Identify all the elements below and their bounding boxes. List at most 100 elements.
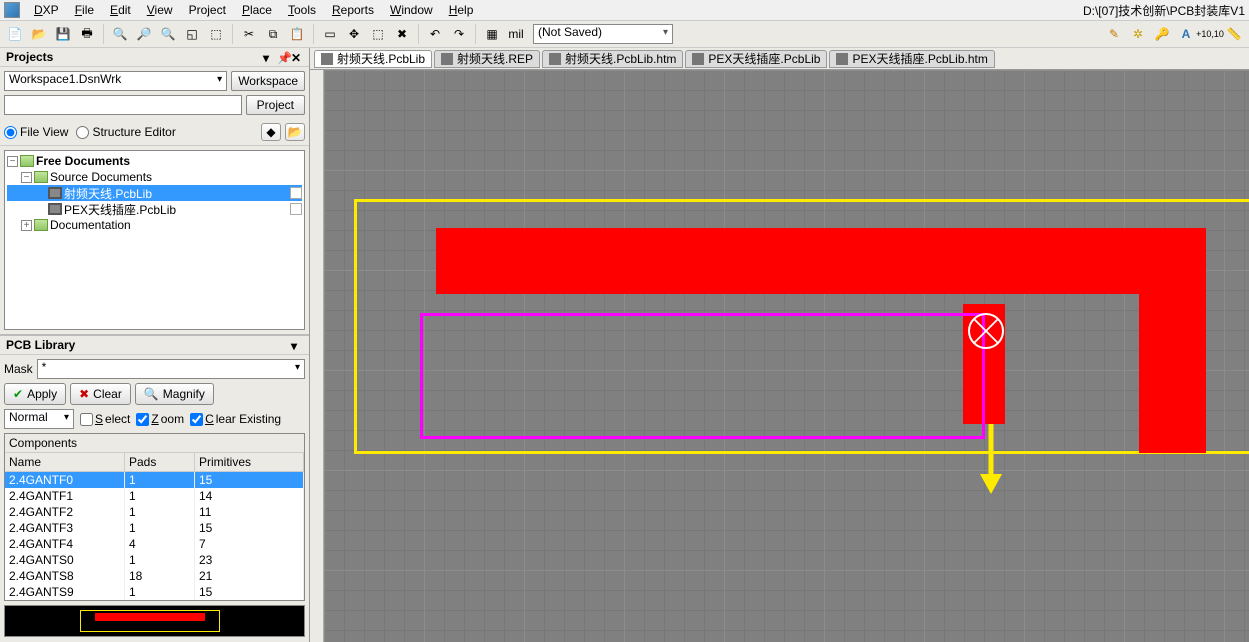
table-row[interactable]: 2.4GANTF1114 [5,488,304,504]
clear-button[interactable]: ✖Clear [70,383,131,405]
copy-icon[interactable]: ⧉ [262,23,284,45]
text-a-icon[interactable]: A [1175,23,1197,45]
grid-icon[interactable]: ▦ [481,23,503,45]
clear-icon[interactable]: ✖ [391,23,413,45]
snapshot-combo[interactable]: (Not Saved) [533,24,673,44]
title-path: D:\[07]技术创新\PCB封装库V1 [1083,2,1245,19]
table-row[interactable]: 2.4GANTF0115 [5,472,304,488]
move-icon[interactable]: ✥ [343,23,365,45]
proj-refresh-icon[interactable]: 📂 [285,123,305,141]
document-tab[interactable]: PEX天线插座.PcbLib [685,50,827,68]
paste-icon[interactable]: 📋 [286,23,308,45]
copper-region-vertical[interactable] [1139,228,1206,453]
table-row[interactable]: 2.4GANTS81821 [5,568,304,584]
origin-marker-icon [968,313,1004,349]
tree-documentation[interactable]: Documentation [50,218,131,232]
table-row[interactable]: 2.4GANTF2111 [5,504,304,520]
new-icon[interactable]: 📄 [4,23,26,45]
lib-dropdown-icon[interactable]: ▾ [291,339,303,351]
pcb-library-title: PCB Library [6,338,75,352]
zoom-in-icon[interactable]: 🔎 [133,23,155,45]
menu-tools[interactable]: Tools [280,1,324,19]
redo-icon[interactable]: ↷ [448,23,470,45]
gear-icon[interactable]: ✲ [1127,23,1149,45]
menu-file[interactable]: File [67,1,102,19]
projects-title: Projects [6,50,53,64]
workspace-button[interactable]: Workspace [231,71,305,91]
menu-view[interactable]: View [139,1,181,19]
clear-existing-checkbox[interactable]: Clear Existing [190,412,281,426]
menu-place[interactable]: Place [234,1,280,19]
components-title: Components [5,434,304,453]
pcb-library-header: PCB Library ▾ [0,336,309,355]
save-icon[interactable]: 💾 [52,23,74,45]
zoom-area-icon[interactable]: ⬚ [205,23,227,45]
main-toolbar: 📄 📂 💾 🖶 🔍 🔎 🔍 ◱ ⬚ ✂ ⧉ 📋 ▭ ✥ ⬚ ✖ ↶ ↷ ▦ mi… [0,20,1249,48]
projects-panel-header: Projects ▾📌✕ [0,48,309,67]
keepout-region[interactable] [420,313,985,439]
tree-free-documents[interactable]: Free Documents [36,154,130,168]
mode-combo[interactable]: Normal [4,409,74,429]
project-path-input[interactable] [4,95,242,115]
document-tab[interactable]: 射频天线.REP [434,50,540,68]
pen-icon[interactable]: ✎ [1103,23,1125,45]
key-icon[interactable]: 🔑 [1151,23,1173,45]
fit-icon[interactable]: ◱ [181,23,203,45]
print-icon[interactable]: 🖶 [76,23,98,45]
panel-dropdown-icon[interactable]: ▾ [263,51,275,63]
magnify-button[interactable]: 🔍Magnify [135,383,214,405]
document-tab[interactable]: 射频天线.PcbLib [314,50,432,68]
menu-dxp[interactable]: DDXPXP [26,1,67,19]
menu-edit[interactable]: Edit [102,1,139,19]
pcb-canvas[interactable] [324,70,1249,642]
table-row[interactable]: 2.4GANTS0123 [5,552,304,568]
panel-close-icon[interactable]: ✕ [291,51,303,63]
ruler-gutter [310,70,324,642]
workspace-combo[interactable]: Workspace1.DsnWrk [4,71,227,91]
menu-help[interactable]: Help [441,1,482,19]
tree-source-documents[interactable]: Source Documents [50,170,152,184]
col-name[interactable]: Name [5,453,125,471]
document-tab[interactable]: PEX天线插座.PcbLib.htm [829,50,994,68]
tree-file-pex-antenna[interactable]: PEX天线插座.PcbLib [64,201,176,218]
htm-icon [549,53,561,65]
tree-file-rf-antenna[interactable]: 射频天线.PcbLib [64,185,152,202]
table-row[interactable]: 2.4GANTS9115 [5,584,304,600]
editor-area: 射频天线.PcbLib射频天线.REP射频天线.PcbLib.htmPEX天线插… [310,48,1249,642]
panel-pin-icon[interactable]: 📌 [277,51,289,63]
table-row[interactable]: 2.4GANTF447 [5,536,304,552]
txt-icon [441,53,453,65]
projects-tree[interactable]: −Free Documents −Source Documents 射频天线.P… [4,150,305,330]
doc-status-icon [290,187,302,199]
zoom-out-icon[interactable]: 🔍 [157,23,179,45]
coord-icon[interactable]: +10,10 [1199,23,1221,45]
col-pads[interactable]: Pads [125,453,195,471]
structure-editor-radio[interactable]: Structure Editor [76,125,175,139]
table-row[interactable]: 2.4GANTF3115 [5,520,304,536]
dim-icon[interactable]: 📏 [1223,23,1245,45]
menu-project[interactable]: Project [181,1,234,19]
select-checkbox[interactable]: Select [80,412,130,426]
app-logo-icon [4,2,20,18]
components-grid[interactable]: Components Name Pads Primitives 2.4GANTF… [4,433,305,601]
document-tab[interactable]: 射频天线.PcbLib.htm [542,50,683,68]
select-icon[interactable]: ▭ [319,23,341,45]
mask-combo[interactable]: * [37,359,305,379]
file-view-radio[interactable]: File View [4,125,68,139]
menu-reports[interactable]: Reports [324,1,382,19]
apply-button[interactable]: ✔Apply [4,383,66,405]
open-icon[interactable]: 📂 [28,23,50,45]
zoom-checkbox[interactable]: Zoom [136,412,184,426]
units-icon[interactable]: mil [505,23,527,45]
project-button[interactable]: Project [246,95,305,115]
deselect-icon[interactable]: ⬚ [367,23,389,45]
menu-window[interactable]: Window [382,1,441,19]
proj-options-icon[interactable]: ◆ [261,123,281,141]
preview-icon[interactable]: 🔍 [109,23,131,45]
direction-arrow-icon [976,424,1006,494]
undo-icon[interactable]: ↶ [424,23,446,45]
copper-region-horizontal[interactable] [436,228,1206,294]
cut-icon[interactable]: ✂ [238,23,260,45]
col-primitives[interactable]: Primitives [195,453,304,471]
htm-icon [836,53,848,65]
